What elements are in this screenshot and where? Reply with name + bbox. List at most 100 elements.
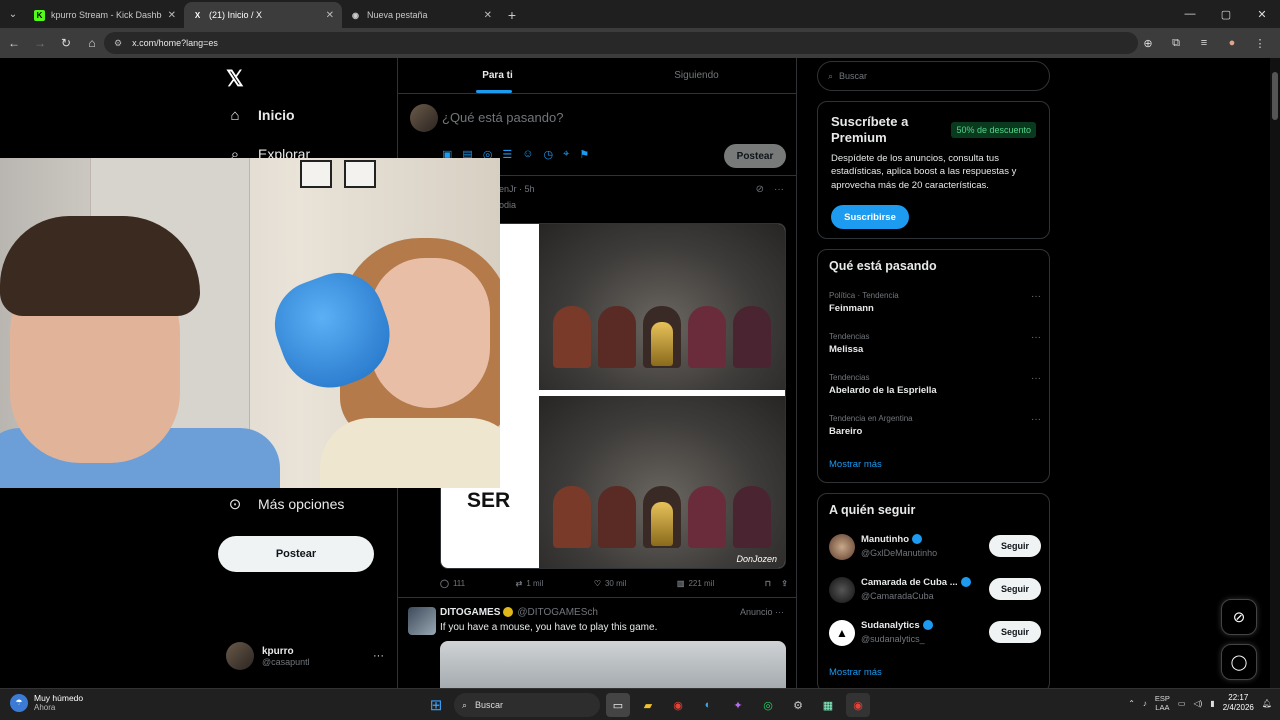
close-tab-icon[interactable]: ✕ [168,10,176,21]
scrollbar-thumb[interactable] [1272,72,1278,120]
profile-avatar[interactable]: ● [1220,32,1244,54]
tab-title: kpurro Stream - Kick Dashboar [51,10,162,20]
grok-button[interactable]: ⊘ [1221,599,1257,635]
trophy-image [651,322,673,366]
x-logo[interactable]: 𝕏 [226,66,244,92]
more-icon[interactable]: ··· [373,650,384,662]
search-input[interactable]: ⌕ Buscar [817,61,1050,91]
like-button[interactable]: ♡ 30 mil [594,579,627,588]
views-button[interactable]: ▥ 221 mil [677,579,714,588]
account-switcher[interactable]: kpurro @casapuntl ··· [226,642,384,670]
close-tab-icon[interactable]: ✕ [326,10,334,21]
grok-icon[interactable]: ⊘ [756,184,764,195]
reload-icon[interactable]: ↻ [54,31,78,55]
clock[interactable]: 22:17 2/4/2026 [1223,693,1254,714]
more-icon[interactable]: ··· [1031,373,1041,384]
extension-icon[interactable]: ⊕ [1136,32,1160,54]
weather-widget[interactable]: ☂ Muy húmedo Ahora [10,693,83,712]
taskbar-search[interactable]: ⌕ Buscar [454,693,600,717]
tweet-ad[interactable]: DITOGAMES @DITOGAMESch Anuncio ··· If you… [398,599,796,688]
follow-button[interactable]: Seguir [989,621,1041,643]
network-icon[interactable]: ▭ [1178,699,1186,708]
kebab-menu-icon[interactable]: ⋮ [1248,32,1272,54]
minimize-icon[interactable]: — [1172,0,1208,28]
chrome-active-icon[interactable]: ◉ [846,693,870,717]
messages-button[interactable]: ◯ [1221,644,1257,680]
page-scrollbar[interactable] [1270,58,1280,688]
task-view-icon[interactable]: ▭ [606,693,630,717]
forward-icon[interactable]: → [28,31,52,55]
follow-suggestion[interactable]: Manutinho @GxlDeManutinho Seguir [829,532,1041,562]
tab-new[interactable]: ◉ Nueva pestaña ✕ [342,2,500,28]
who-to-follow-card: A quién seguir Manutinho @GxlDeManutinho… [817,493,1050,688]
verified-gold-icon [503,607,514,618]
author-handle: @DITOGAMESch [517,607,598,618]
tab-following[interactable]: Siguiendo [597,58,796,93]
spotify-icon[interactable]: ◎ [756,693,780,717]
site-info-icon[interactable]: ⚙ [114,38,122,49]
menu-list-icon[interactable]: ≡ [1192,32,1216,54]
close-tab-icon[interactable]: ✕ [484,10,492,21]
more-icon[interactable]: ··· [775,607,784,617]
more-icon[interactable]: ··· [1031,414,1041,425]
sidebar-item-more[interactable]: ⊙ Más opciones [226,495,345,513]
tweet-author[interactable]: DITOGAMES @DITOGAMESch [440,607,598,618]
back-icon[interactable]: ← [2,31,26,55]
volume-icon[interactable]: ◁) [1193,699,1202,708]
new-tab-icon[interactable]: + [500,2,524,28]
user-name: Camarada de Cuba ... [861,577,971,588]
trend-item[interactable]: Tendencias Abelardo de la Espriella ··· [829,373,1041,396]
notification-bell-icon[interactable]: 🔔︎ [1262,699,1272,708]
close-window-icon[interactable]: ✕ [1244,0,1280,28]
schedule-icon[interactable]: ◷ [544,148,554,161]
poll-icon[interactable]: ☰ [502,148,512,161]
puzzle-icon[interactable]: ⧉ [1164,32,1188,54]
sidebar-item-home[interactable]: ⌂ Inicio [226,106,294,124]
settings-icon[interactable]: ⚙ [786,693,810,717]
file-explorer-icon[interactable]: ▰ [636,693,660,717]
post-button[interactable]: Postear [218,536,374,572]
address-bar[interactable]: ⚙ x.com/home?lang=es [104,32,1138,54]
follow-show-more-link[interactable]: Mostrar más [829,667,882,678]
windows-start-icon[interactable]: ⊞ [424,693,448,717]
home-icon[interactable]: ⌂ [80,31,104,55]
tab-kick[interactable]: K kpurro Stream - Kick Dashboar ✕ [26,2,184,28]
maximize-icon[interactable]: ▢ [1208,0,1244,28]
trends-show-more-link[interactable]: Mostrar más [829,459,882,470]
copilot-icon[interactable]: ✦ [726,693,750,717]
battery-icon[interactable]: ▮ [1210,699,1214,708]
more-icon[interactable]: ··· [1031,332,1041,343]
game-icon[interactable]: ▦ [816,693,840,717]
chevron-up-icon[interactable]: ⌃ [1128,699,1135,708]
trend-item[interactable]: Tendencia en Argentina Bareiro ··· [829,414,1041,437]
avatar[interactable] [408,607,436,635]
bookmark-icon[interactable]: ⊓ [765,579,771,588]
microphone-icon[interactable]: ♪ [1143,699,1147,708]
trend-item[interactable]: Tendencias Melissa ··· [829,332,1041,355]
tab-x-home[interactable]: X (21) Inicio / X ✕ [184,2,342,28]
chrome-icon[interactable]: ◉ [666,693,690,717]
repost-button[interactable]: ⇄ 1 mil [516,579,544,588]
flag-icon[interactable]: ⚑ [579,148,589,161]
language-indicator[interactable]: ESP LAA [1155,694,1170,712]
follow-suggestion[interactable]: Camarada de Cuba ... @CamaradaCuba Segui… [829,575,1041,605]
composer-input[interactable]: ¿Qué está pasando? [442,110,563,125]
edge-icon[interactable]: ◐ [696,693,720,717]
location-icon[interactable]: ⌖ [563,148,569,161]
composer-post-button[interactable]: Postear [724,144,786,168]
share-icon[interactable]: ⇪ [781,579,788,588]
weather-icon: ☂ [10,693,28,712]
tweet-author[interactable]: renJr · 5h [496,184,535,194]
reply-button[interactable]: ◯ 111 [440,579,465,588]
emoji-icon[interactable]: ☺ [522,148,533,161]
more-icon[interactable]: ··· [774,184,784,195]
follow-button[interactable]: Seguir [989,535,1041,557]
tweet-media[interactable] [440,641,786,688]
trend-item[interactable]: Política · Tendencia Feinmann ··· [829,291,1041,314]
more-icon[interactable]: ··· [1031,291,1041,302]
tab-search-icon[interactable]: ⌄ [0,0,26,28]
follow-button[interactable]: Seguir [989,578,1041,600]
follow-suggestion[interactable]: ▲ Sudanalytics @sudanalytics_ Seguir [829,618,1041,648]
tab-for-you[interactable]: Para ti [398,58,597,93]
subscribe-button[interactable]: Suscribirse [831,205,909,229]
